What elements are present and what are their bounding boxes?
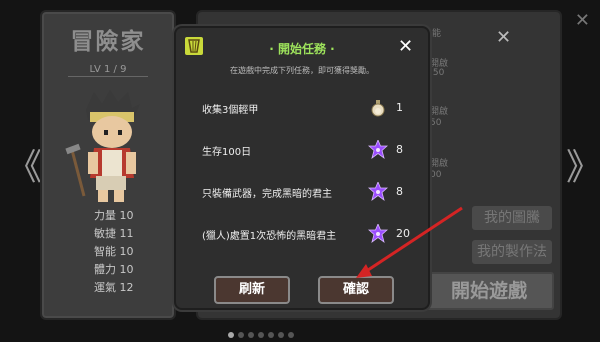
annotation-arrow [356, 206, 463, 278]
